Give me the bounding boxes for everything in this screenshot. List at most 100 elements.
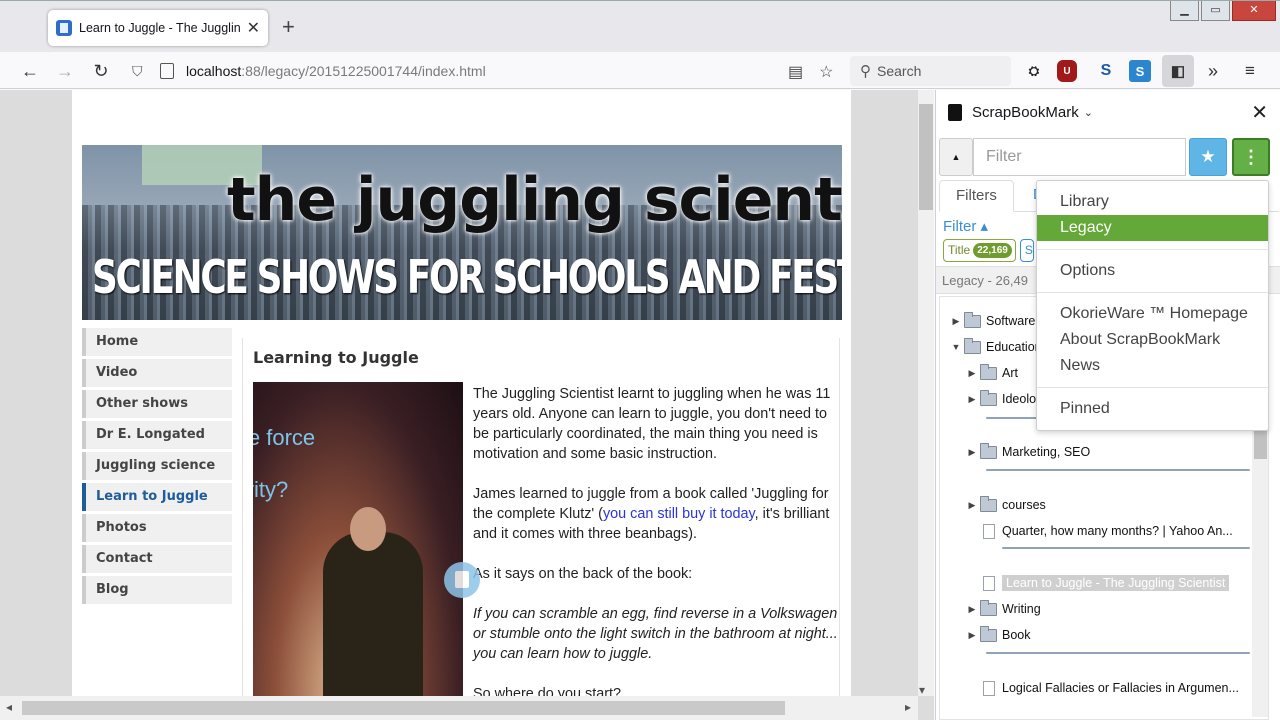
expand-icon[interactable]: ▶ xyxy=(948,316,964,327)
chevron-down-icon[interactable]: ⌄ xyxy=(1084,106,1093,119)
expand-icon[interactable]: ▶ xyxy=(964,394,980,405)
banner-subtitle: SCIENCE SHOWS FOR SCHOOLS AND FESTIVALS xyxy=(92,250,842,304)
nav-video[interactable]: Video xyxy=(82,359,232,387)
file-icon xyxy=(983,575,995,591)
filter-toggle[interactable]: Filter ▴ xyxy=(943,217,988,235)
forward-button[interactable]: → xyxy=(52,58,78,84)
page-vscroll-thumb[interactable] xyxy=(919,104,933,210)
page-title: Learning to Juggle xyxy=(253,348,419,367)
menu-homepage[interactable]: OkorieWare ™ Homepage xyxy=(1037,301,1268,327)
search-placeholder: Search xyxy=(877,63,922,79)
reload-button[interactable]: ↻ xyxy=(88,58,114,84)
menu-news[interactable]: News xyxy=(1037,353,1268,379)
mask-extension-icon[interactable]: ⛭ xyxy=(1021,58,1047,84)
tree-separator xyxy=(986,652,1250,654)
tree-bookmark-logical-fallacies[interactable]: Logical Fallacies or Fallacies in Argume… xyxy=(980,678,1239,698)
tab-title: Learn to Juggle - The Juggling S xyxy=(79,21,241,35)
back-button[interactable]: ← xyxy=(17,58,43,84)
file-icon xyxy=(983,680,995,696)
expand-icon[interactable]: ▶ xyxy=(964,630,980,641)
folder-icon xyxy=(980,625,997,642)
tab-filters[interactable]: Filters xyxy=(939,180,1014,212)
scrapbookmark-icon[interactable]: S xyxy=(1129,60,1151,82)
close-window-button[interactable]: ✕ xyxy=(1232,1,1276,21)
nav-juggling-science[interactable]: Juggling science xyxy=(82,452,232,480)
expand-icon[interactable]: ▶ xyxy=(964,368,980,379)
collapse-up-button[interactable]: ▲ xyxy=(939,138,973,176)
menu-options[interactable]: Options xyxy=(1037,258,1268,284)
minimize-button[interactable]: ▁ xyxy=(1170,1,1199,21)
tree-bookmark-quarter[interactable]: Quarter, how many months? | Yahoo An... xyxy=(980,521,1233,541)
browser-tab[interactable]: Learn to Juggle - The Juggling S ✕ xyxy=(48,10,268,46)
page-hscroll-thumb[interactable] xyxy=(22,701,785,715)
title-filter-chip[interactable]: Title 22,169 xyxy=(943,239,1016,262)
tree-folder-education[interactable]: ▼ Education xyxy=(948,337,1042,357)
floating-scrapbook-icon[interactable] xyxy=(444,562,480,598)
nav-photos[interactable]: Photos xyxy=(82,514,232,542)
tree-folder-writing[interactable]: ▶ Writing xyxy=(964,599,1041,619)
kebab-menu-button[interactable]: ⋮ xyxy=(1232,138,1270,176)
buy-book-link[interactable]: you can still buy it today xyxy=(603,506,755,522)
overflow-menu-icon[interactable]: » xyxy=(1200,58,1226,84)
bookmark-star-button[interactable]: ★ xyxy=(1189,138,1227,176)
nav-home[interactable]: Home xyxy=(82,328,232,356)
sidebar-toggle-icon[interactable]: ◧ xyxy=(1162,55,1194,87)
search-input[interactable]: ⚲ Search xyxy=(850,56,1011,86)
tree-bookmark-learn-to-juggle[interactable]: Learn to Juggle - The Juggling Scientist xyxy=(980,573,1230,593)
bookmark-star-icon[interactable]: ☆ xyxy=(819,62,833,82)
menu-pinned[interactable]: Pinned xyxy=(1037,396,1268,422)
url-bar[interactable]: ⛉ localhost:88/legacy/20151225001744/ind… xyxy=(124,56,842,86)
photo-slide-text: le forcevity? xyxy=(253,425,316,502)
filter-input[interactable]: Filter xyxy=(973,138,1186,176)
scrapbook-s-icon[interactable]: S xyxy=(1093,58,1119,84)
nav-blog[interactable]: Blog xyxy=(82,576,232,604)
maximize-button[interactable]: ▭ xyxy=(1201,1,1230,21)
tree-folder-courses[interactable]: ▶ courses xyxy=(964,495,1046,515)
book-icon xyxy=(948,103,962,121)
new-tab-button[interactable]: + xyxy=(282,14,295,40)
expand-icon[interactable]: ▶ xyxy=(964,500,980,511)
expand-icon[interactable]: ▶ xyxy=(964,447,980,458)
menu-legacy[interactable]: Legacy xyxy=(1037,215,1268,241)
second-filter-chip[interactable]: S xyxy=(1019,239,1034,262)
folder-icon xyxy=(980,389,997,406)
tree-separator xyxy=(986,469,1250,471)
tree-folder-book[interactable]: ▶ Book xyxy=(964,625,1031,645)
filter-row: ▲ Filter ★ ⋮ xyxy=(939,138,1274,176)
nav-other-shows[interactable]: Other shows xyxy=(82,390,232,418)
nav-learn-to-juggle[interactable]: Learn to Juggle xyxy=(82,483,232,511)
menu-divider xyxy=(1037,292,1268,293)
tree-folder-software[interactable]: ▶ Software xyxy=(948,311,1035,331)
scroll-right-arrow-icon[interactable]: ▸ xyxy=(905,700,911,714)
nav-dr-e-longated[interactable]: Dr E. Longated xyxy=(82,421,232,449)
juggler-photo: le forcevity? xyxy=(253,382,463,708)
tree-folder-ideology[interactable]: ▶ Ideolo xyxy=(964,389,1036,409)
ublock-icon[interactable]: U xyxy=(1057,60,1077,82)
photo-head xyxy=(350,507,386,551)
page-favicon-icon xyxy=(56,20,72,36)
close-sidebar-icon[interactable]: ✕ xyxy=(1251,100,1268,125)
scroll-left-arrow-icon[interactable]: ◂ xyxy=(6,700,12,714)
folder-icon xyxy=(980,599,997,616)
paragraph-2: James learned to juggle from a book call… xyxy=(473,486,830,542)
tree-folder-art[interactable]: ▶ Art xyxy=(964,363,1018,383)
page-vertical-scrollbar[interactable] xyxy=(918,90,934,696)
tree-scrollbar[interactable] xyxy=(1252,417,1268,717)
search-icon: ⚲ xyxy=(860,63,871,80)
shield-icon[interactable]: ⛉ xyxy=(132,63,152,80)
menu-library[interactable]: Library xyxy=(1037,189,1268,215)
page-info-icon[interactable] xyxy=(160,63,174,79)
page-horizontal-scrollbar[interactable]: ◂ ▸ xyxy=(0,696,918,720)
collapse-icon[interactable]: ▼ xyxy=(948,342,964,352)
expand-icon[interactable]: ▶ xyxy=(964,604,980,615)
nav-contact[interactable]: Contact xyxy=(82,545,232,573)
tree-folder-marketing[interactable]: ▶ Marketing, SEO xyxy=(964,442,1090,462)
close-tab-icon[interactable]: ✕ xyxy=(247,18,260,38)
hamburger-menu-icon[interactable]: ≡ xyxy=(1237,58,1263,84)
navigation-toolbar: ← → ↻ ⛉ localhost:88/legacy/201512250017… xyxy=(0,52,1280,89)
url-text[interactable]: localhost:88/legacy/20151225001744/index… xyxy=(186,63,486,79)
reader-view-icon[interactable]: ▤ xyxy=(788,62,803,82)
scroll-down-arrow-icon[interactable]: ▾ xyxy=(919,683,925,697)
sidebar-title[interactable]: ScrapBookMark xyxy=(972,104,1079,121)
menu-about[interactable]: About ScrapBookMark xyxy=(1037,327,1268,353)
